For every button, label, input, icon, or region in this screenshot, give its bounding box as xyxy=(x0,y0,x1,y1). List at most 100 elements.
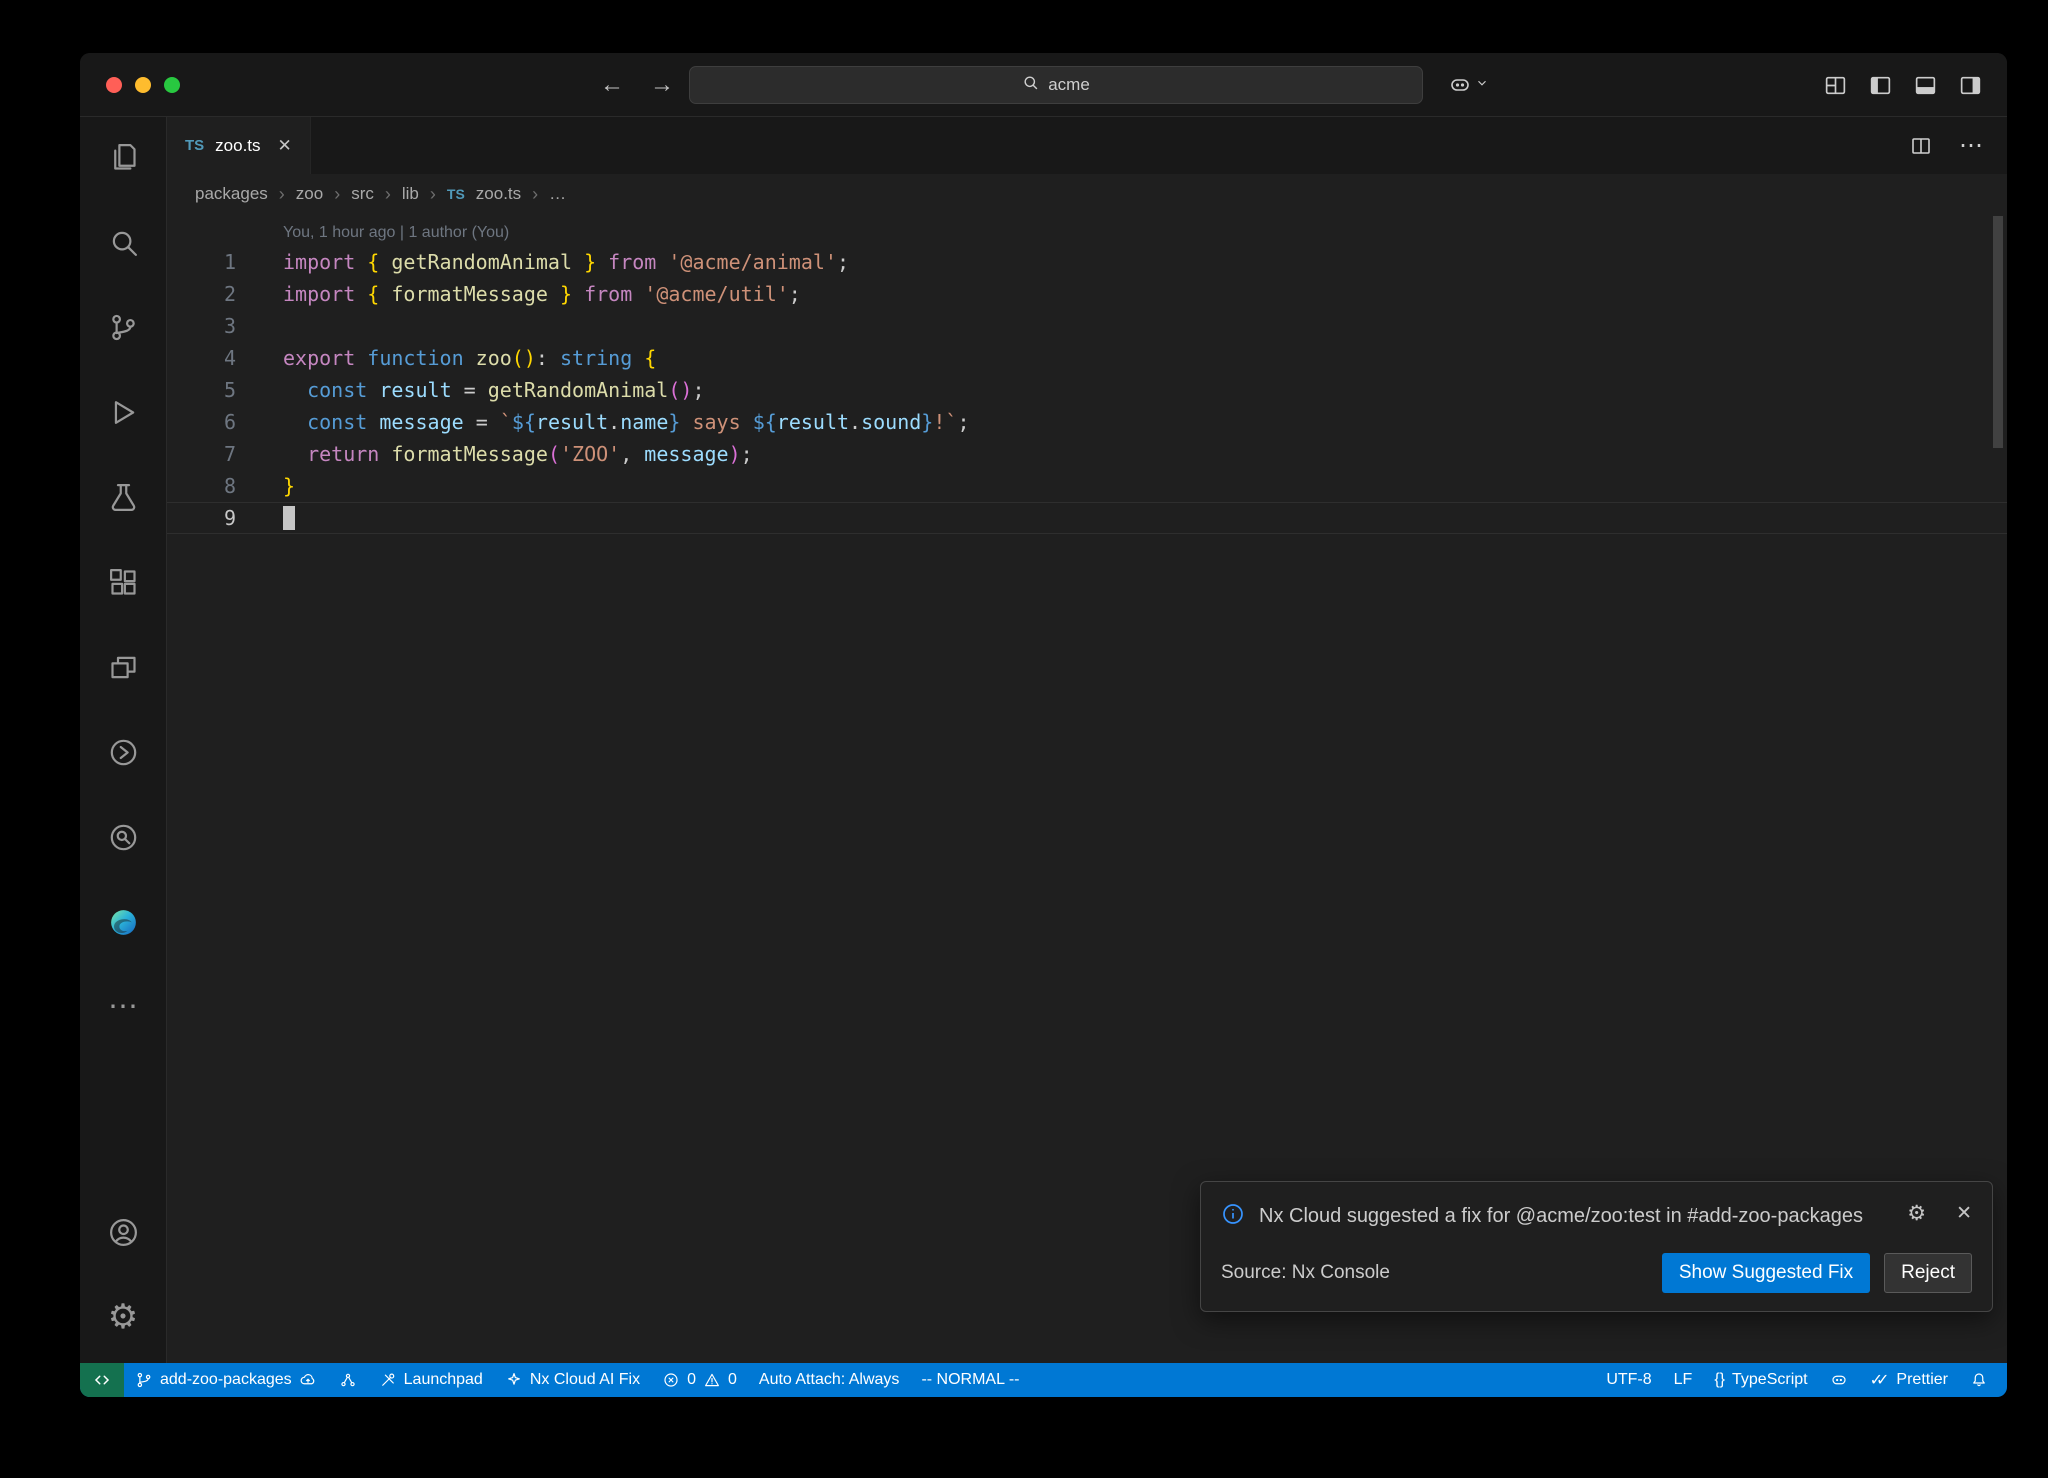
problems-item[interactable]: 0 0 xyxy=(651,1363,748,1397)
code-text[interactable]: import { getRandomAnimal } from '@acme/a… xyxy=(236,246,849,278)
line-number[interactable]: 6 xyxy=(167,406,236,438)
accounts-icon[interactable] xyxy=(99,1208,147,1256)
edge-devtools-icon[interactable] xyxy=(99,898,147,946)
forward-icon[interactable]: → xyxy=(650,71,674,99)
notification-settings-gear-icon[interactable]: ⚙ xyxy=(1907,1202,1926,1226)
tab-zoo-ts[interactable]: TS zoo.ts ✕ xyxy=(167,117,311,174)
breadcrumb-item[interactable]: packages xyxy=(195,184,268,204)
nx-console-icon[interactable] xyxy=(99,728,147,776)
activity-bar: ⋯ ⚙ xyxy=(80,117,167,1363)
extensions-icon[interactable] xyxy=(99,558,147,606)
command-center-search[interactable]: acme xyxy=(689,66,1423,104)
run-debug-icon[interactable] xyxy=(99,388,147,436)
vim-mode-item[interactable]: -- NORMAL -- xyxy=(910,1363,1030,1397)
search-view-icon[interactable] xyxy=(99,218,147,266)
auto-attach-item[interactable]: Auto Attach: Always xyxy=(748,1363,911,1397)
code-line[interactable]: 4export function zoo(): string { xyxy=(167,342,2007,374)
line-number[interactable]: 4 xyxy=(167,342,236,374)
git-branch-icon xyxy=(135,1371,153,1389)
code-text[interactable]: export function zoo(): string { xyxy=(236,342,656,374)
launchpad-label: Launchpad xyxy=(404,1371,483,1389)
zoom-window-button[interactable] xyxy=(164,77,180,93)
window-controls xyxy=(106,77,180,93)
split-editor-icon[interactable] xyxy=(1909,134,1933,158)
toggle-sidebar-left-icon[interactable] xyxy=(1868,73,1893,98)
copilot-menu[interactable] xyxy=(1448,53,1489,117)
back-icon[interactable]: ← xyxy=(600,71,624,99)
code-text[interactable] xyxy=(236,310,283,342)
tab-close-icon[interactable]: ✕ xyxy=(278,136,292,156)
breadcrumb-item[interactable]: zoo xyxy=(296,184,323,204)
code-line[interactable]: 8} xyxy=(167,470,2007,502)
tab-bar: TS zoo.ts ✕ ⋯ xyxy=(167,117,2007,174)
code-text[interactable]: const message = `${result.name} says ${r… xyxy=(236,406,969,438)
source-control-graph-item[interactable] xyxy=(328,1363,368,1397)
eol-item[interactable]: LF xyxy=(1663,1363,1704,1397)
code-line[interactable]: 6 const message = `${result.name} says $… xyxy=(167,406,2007,438)
code-line[interactable]: 1import { getRandomAnimal } from '@acme/… xyxy=(167,246,2007,278)
branch-status-item[interactable]: add-zoo-packages xyxy=(124,1363,328,1397)
encoding-item[interactable]: UTF-8 xyxy=(1595,1363,1662,1397)
settings-gear-icon[interactable]: ⚙ xyxy=(99,1293,147,1341)
code-line[interactable]: 5 const result = getRandomAnimal(); xyxy=(167,374,2007,406)
breadcrumb-item[interactable]: src xyxy=(351,184,374,204)
minimize-window-button[interactable] xyxy=(135,77,151,93)
remote-indicator[interactable] xyxy=(80,1363,124,1397)
notifications-bell-item[interactable] xyxy=(1959,1363,1999,1397)
editor-more-actions-icon[interactable]: ⋯ xyxy=(1959,134,1983,158)
line-number[interactable]: 5 xyxy=(167,374,236,406)
more-views-icon[interactable]: ⋯ xyxy=(99,983,147,1031)
code-text[interactable]: } xyxy=(236,470,295,502)
breadcrumb-file[interactable]: zoo.ts xyxy=(476,184,521,204)
source-control-icon[interactable] xyxy=(99,303,147,351)
status-bar: add-zoo-packages Launchpad Nx Cloud AI F… xyxy=(80,1363,2007,1397)
customize-layout-icon[interactable] xyxy=(1823,73,1848,98)
tab-label: zoo.ts xyxy=(215,136,260,156)
code-line[interactable]: 2import { formatMessage } from '@acme/ut… xyxy=(167,278,2007,310)
launchpad-item[interactable]: Launchpad xyxy=(368,1363,494,1397)
tools-icon xyxy=(379,1371,397,1389)
copilot-status-item[interactable] xyxy=(1819,1363,1859,1397)
notification-message: Nx Cloud suggested a fix for @acme/zoo:t… xyxy=(1259,1202,1887,1231)
show-suggested-fix-button[interactable]: Show Suggested Fix xyxy=(1662,1253,1870,1293)
notification-source: Source: Nx Console xyxy=(1221,1262,1662,1284)
explorer-icon[interactable] xyxy=(99,133,147,181)
nx-cloud-ai-fix-item[interactable]: Nx Cloud AI Fix xyxy=(494,1363,651,1397)
toggle-panel-icon[interactable] xyxy=(1913,73,1938,98)
cursor xyxy=(283,506,295,530)
code-lines: 1import { getRandomAnimal } from '@acme/… xyxy=(167,246,2007,534)
line-number[interactable]: 2 xyxy=(167,278,236,310)
code-line[interactable]: 3 xyxy=(167,310,2007,342)
remote-explorer-icon[interactable] xyxy=(99,643,147,691)
reject-button[interactable]: Reject xyxy=(1884,1253,1972,1293)
breadcrumb-item[interactable]: lib xyxy=(402,184,419,204)
line-number[interactable]: 9 xyxy=(167,502,236,534)
breadcrumb-overflow[interactable]: … xyxy=(549,184,566,204)
code-line[interactable]: 7 return formatMessage('ZOO', message); xyxy=(167,438,2007,470)
notification-close-icon[interactable]: ✕ xyxy=(1956,1202,1972,1226)
code-text[interactable]: return formatMessage('ZOO', message); xyxy=(236,438,753,470)
typescript-file-icon: TS xyxy=(185,137,204,154)
code-text[interactable] xyxy=(236,502,295,534)
nx-fix-label: Nx Cloud AI Fix xyxy=(530,1371,640,1389)
testing-icon[interactable] xyxy=(99,473,147,521)
breadcrumb-separator-icon: › xyxy=(279,184,285,205)
line-number[interactable]: 8 xyxy=(167,470,236,502)
language-mode-item[interactable]: {} TypeScript xyxy=(1703,1363,1818,1397)
toggle-sidebar-right-icon[interactable] xyxy=(1958,73,1983,98)
notification-toast: Nx Cloud suggested a fix for @acme/zoo:t… xyxy=(1200,1181,1993,1312)
braces-icon: {} xyxy=(1714,1371,1725,1389)
code-line[interactable]: 9 xyxy=(167,502,2007,534)
code-lens-icon[interactable] xyxy=(99,813,147,861)
line-number[interactable]: 1 xyxy=(167,246,236,278)
code-text[interactable]: const result = getRandomAnimal(); xyxy=(236,374,705,406)
branch-name: add-zoo-packages xyxy=(160,1371,292,1389)
title-bar: ← → acme xyxy=(80,53,2007,117)
line-number[interactable]: 3 xyxy=(167,310,236,342)
code-text[interactable]: import { formatMessage } from '@acme/uti… xyxy=(236,278,801,310)
scrollbar[interactable] xyxy=(1993,216,2003,448)
search-value: acme xyxy=(1048,75,1090,95)
close-window-button[interactable] xyxy=(106,77,122,93)
line-number[interactable]: 7 xyxy=(167,438,236,470)
prettier-item[interactable]: ✓✓ Prettier xyxy=(1859,1363,1959,1397)
